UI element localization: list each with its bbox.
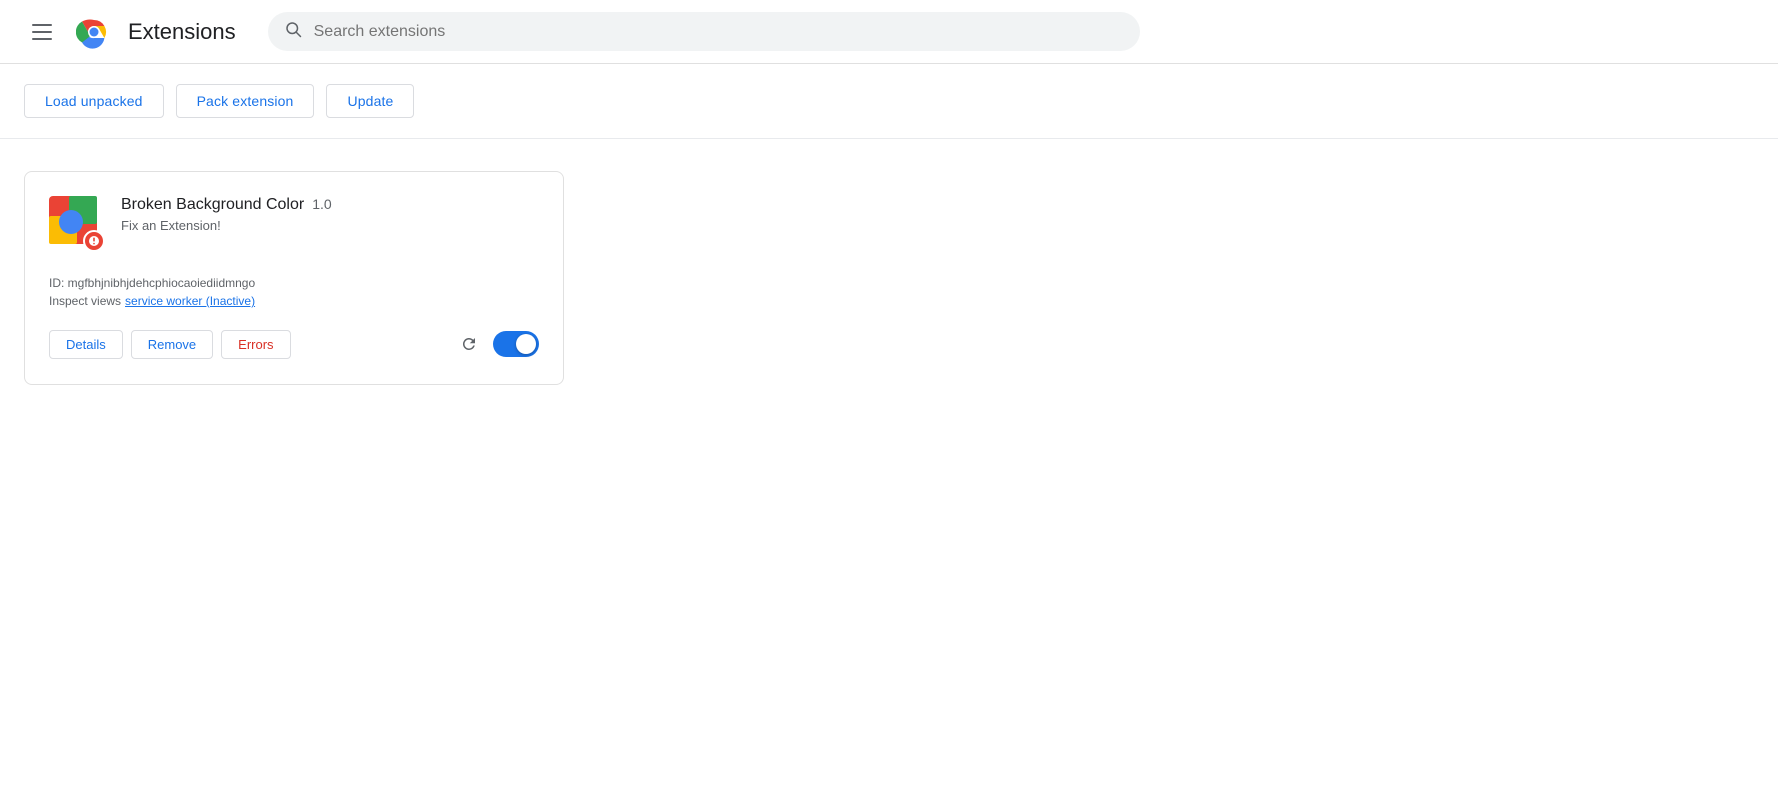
search-input[interactable]: [314, 23, 1124, 41]
refresh-icon[interactable]: [453, 328, 485, 360]
extension-name: Broken Background Color: [121, 196, 304, 214]
header: Extensions: [0, 0, 1778, 64]
card-header: Broken Background Color 1.0 Fix an Exten…: [49, 196, 539, 252]
details-button[interactable]: Details: [49, 330, 123, 359]
pack-extension-button[interactable]: Pack extension: [176, 84, 315, 118]
extension-id: ID: mgfbhjnibhjdehcphiocaoiediidmngo: [49, 276, 539, 290]
extension-name-row: Broken Background Color 1.0: [121, 196, 539, 214]
inspect-label: Inspect views: [49, 294, 121, 308]
card-footer: Details Remove Errors: [49, 328, 539, 360]
page-title: Extensions: [128, 19, 236, 45]
chrome-logo: [76, 14, 112, 50]
inspect-row: Inspect views service worker (Inactive): [49, 294, 539, 308]
service-worker-link[interactable]: service worker (Inactive): [125, 294, 255, 308]
search-bar: [268, 12, 1140, 51]
toolbar: Load unpacked Pack extension Update: [0, 64, 1778, 139]
errors-button[interactable]: Errors: [221, 330, 290, 359]
extension-info: Broken Background Color 1.0 Fix an Exten…: [121, 196, 539, 233]
extension-meta: ID: mgfbhjnibhjdehcphiocaoiediidmngo Ins…: [49, 276, 539, 308]
enable-toggle[interactable]: [493, 331, 539, 357]
extension-error-badge: [83, 230, 105, 252]
extension-description: Fix an Extension!: [121, 218, 539, 233]
toggle-thumb: [516, 334, 536, 354]
load-unpacked-button[interactable]: Load unpacked: [24, 84, 164, 118]
extension-card: Broken Background Color 1.0 Fix an Exten…: [24, 171, 564, 385]
search-icon: [284, 20, 302, 43]
menu-icon[interactable]: [24, 16, 60, 48]
main-content: Broken Background Color 1.0 Fix an Exten…: [0, 139, 1778, 417]
update-button[interactable]: Update: [326, 84, 414, 118]
extension-icon-wrap: [49, 196, 105, 252]
remove-button[interactable]: Remove: [131, 330, 213, 359]
extension-version: 1.0: [312, 196, 331, 212]
